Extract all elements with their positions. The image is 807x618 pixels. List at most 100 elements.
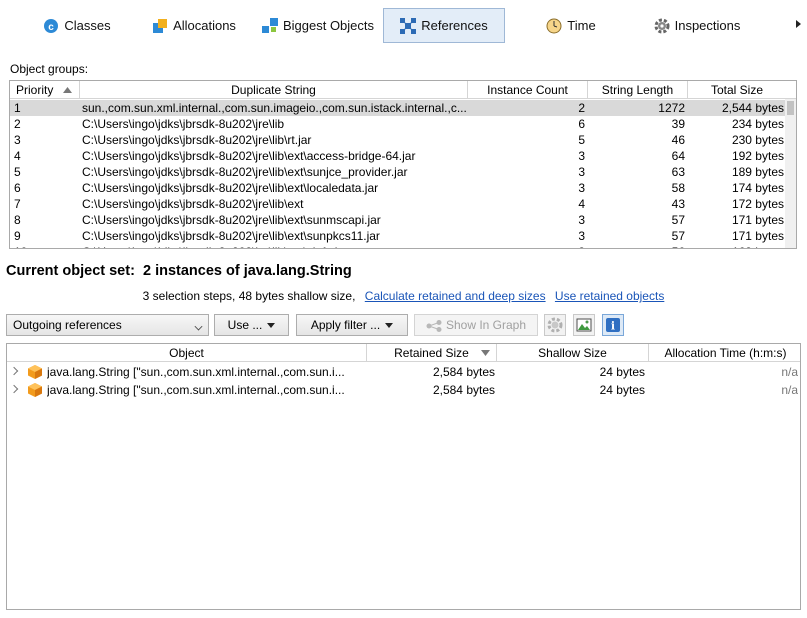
table-row[interactable]: 2 C:\Users\ingo\jdks\jbrsdk-8u202\jre\lib… (10, 116, 786, 132)
tab-overflow-arrow-icon[interactable] (796, 20, 801, 28)
col-string-length[interactable]: String Length (588, 81, 688, 99)
graph-icon (426, 319, 442, 332)
selection-steps-text: 3 selection steps, 48 bytes shallow size… (142, 289, 356, 303)
col-total-size[interactable]: Total Size (688, 81, 786, 99)
table-row[interactable]: 7 C:\Users\ingo\jdks\jbrsdk-8u202\jre\lib… (10, 196, 786, 212)
cell-shallow: 24 bytes (599, 365, 645, 379)
cell-string: C:\Users\ingo\jdks\jbrsdk-8u202\jre\lib\… (82, 213, 381, 227)
tab-inspections-label: Inspections (674, 18, 741, 33)
info-icon: i (606, 318, 620, 333)
sort-ascending-icon (63, 87, 72, 93)
cell-count: 3 (578, 213, 585, 227)
cell-retained: 2,584 bytes (432, 365, 495, 379)
reference-row[interactable]: java.lang.String ["sun.,com.sun.xml.inte… (7, 363, 800, 381)
view-tab-bar: c Classes Allocations Biggest Objects Re… (0, 0, 807, 50)
export-image-button[interactable] (573, 314, 595, 336)
tab-references-label: References (421, 18, 488, 33)
tab-classes[interactable]: c Classes (22, 8, 132, 43)
picture-icon (576, 318, 592, 332)
settings-button[interactable] (544, 314, 566, 336)
table-row[interactable]: 5 C:\Users\ingo\jdks\jbrsdk-8u202\jre\lib… (10, 164, 786, 180)
biggest-objects-icon (261, 17, 278, 34)
table-row[interactable]: 3 C:\Users\ingo\jdks\jbrsdk-8u202\jre\lib… (10, 132, 786, 148)
object-groups-header: Priority Duplicate String Instance Count… (10, 81, 796, 99)
sort-descending-icon (481, 350, 490, 356)
cell-count: 5 (578, 133, 585, 147)
gear-icon (654, 18, 670, 34)
cell-length: 43 (671, 197, 685, 211)
svg-text:i: i (611, 320, 615, 333)
gear-icon (547, 317, 563, 333)
tab-allocations[interactable]: Allocations (140, 8, 248, 43)
cell-length: 39 (671, 117, 685, 131)
cell-size: 174 bytes (731, 181, 784, 195)
cell-count: 3 (578, 181, 585, 195)
info-toggle-button[interactable]: i (602, 314, 624, 336)
cell-string: C:\Users\ingo\jdks\jbrsdk-8u202\jre\lib\… (82, 165, 408, 179)
cell-size: 171 bytes (731, 229, 784, 243)
cell-string: C:\Users\ingo\jdks\jbrsdk-8u202\jre\lib\… (82, 149, 416, 163)
tab-classes-label: Classes (64, 18, 111, 33)
col-object[interactable]: Object (7, 344, 367, 362)
cell-size: 230 bytes (731, 133, 784, 147)
table-row[interactable]: 6 C:\Users\ingo\jdks\jbrsdk-8u202\jre\lib… (10, 180, 786, 196)
object-instance-icon (28, 365, 42, 379)
tab-time[interactable]: Time (533, 8, 609, 43)
col-shallow-size[interactable]: Shallow Size (497, 344, 649, 362)
table-row[interactable]: 10 C:\Users\ingo\jdks\jbrsdk-8u202\jre\li… (10, 244, 786, 248)
tab-biggest-objects[interactable]: Biggest Objects (256, 8, 380, 43)
col-allocation-time[interactable]: Allocation Time (h:m:s) (649, 344, 800, 362)
col-duplicate-string[interactable]: Duplicate String (80, 81, 468, 99)
current-object-set-info: 3 selection steps, 48 bytes shallow size… (0, 289, 807, 303)
cell-string: C:\Users\ingo\jdks\jbrsdk-8u202\jre\lib\… (82, 197, 304, 211)
table-row[interactable]: 9 C:\Users\ingo\jdks\jbrsdk-8u202\jre\lib… (10, 228, 786, 244)
cell-count: 3 (578, 229, 585, 243)
use-button[interactable]: Use ... (214, 314, 289, 336)
tab-references[interactable]: References (383, 8, 505, 43)
groups-scrollbar-thumb[interactable] (787, 101, 794, 115)
tab-biggest-objects-label: Biggest Objects (282, 18, 375, 33)
show-in-graph-button[interactable]: Show In Graph (414, 314, 538, 336)
apply-filter-button[interactable]: Apply filter ... (296, 314, 408, 336)
cell-length: 64 (671, 149, 685, 163)
tab-time-label: Time (567, 18, 596, 33)
col-retained-size[interactable]: Retained Size (367, 344, 497, 362)
cell-size: 234 bytes (731, 117, 784, 131)
reference-view-select[interactable]: Outgoing references (6, 314, 209, 336)
col-priority[interactable]: Priority (10, 81, 80, 99)
expand-arrow-icon[interactable] (9, 384, 19, 394)
cell-priority: 4 (14, 149, 21, 163)
cell-length: 63 (671, 165, 685, 179)
expand-arrow-icon[interactable] (9, 366, 19, 376)
dropdown-caret-icon (385, 323, 394, 329)
cell-priority: 6 (14, 181, 21, 195)
cell-string: C:\Users\ingo\jdks\jbrsdk-8u202\jre\lib\… (82, 244, 466, 248)
cell-object: java.lang.String ["sun.,com.sun.xml.inte… (47, 365, 345, 379)
cell-shallow: 24 bytes (599, 383, 645, 397)
cell-length: 57 (671, 213, 685, 227)
cell-time: n/a (781, 383, 798, 397)
cell-length: 57 (671, 229, 685, 243)
cell-priority: 7 (14, 197, 21, 211)
table-row[interactable]: 1 sun.,com.sun.xml.internal.,com.sun.imag… (10, 100, 786, 116)
calculate-retained-sizes-link[interactable]: Calculate retained and deep sizes (365, 289, 546, 303)
cell-priority: 2 (14, 117, 21, 131)
cell-count: 6 (578, 117, 585, 131)
col-instance-count[interactable]: Instance Count (468, 81, 588, 99)
chevron-down-icon (194, 322, 203, 331)
tab-inspections[interactable]: Inspections (645, 8, 749, 43)
table-row[interactable]: 8 C:\Users\ingo\jdks\jbrsdk-8u202\jre\lib… (10, 212, 786, 228)
cell-count: 2 (578, 101, 585, 115)
cell-size: 192 bytes (731, 149, 784, 163)
cell-priority: 10 (14, 244, 76, 248)
cell-size: 189 bytes (731, 165, 784, 179)
use-retained-objects-link[interactable]: Use retained objects (555, 289, 664, 303)
cell-string: C:\Users\ingo\jdks\jbrsdk-8u202\jre\lib (82, 117, 285, 131)
groups-vertical-scrollbar[interactable] (785, 99, 796, 248)
reference-row[interactable]: java.lang.String ["sun.,com.sun.xml.inte… (7, 381, 800, 399)
table-row[interactable]: 4 C:\Users\ingo\jdks\jbrsdk-8u202\jre\lib… (10, 148, 786, 164)
cell-priority: 8 (14, 213, 21, 227)
cell-length: 56 (588, 244, 685, 248)
cell-size: 168 bytes (688, 244, 784, 248)
cell-time: n/a (781, 365, 798, 379)
